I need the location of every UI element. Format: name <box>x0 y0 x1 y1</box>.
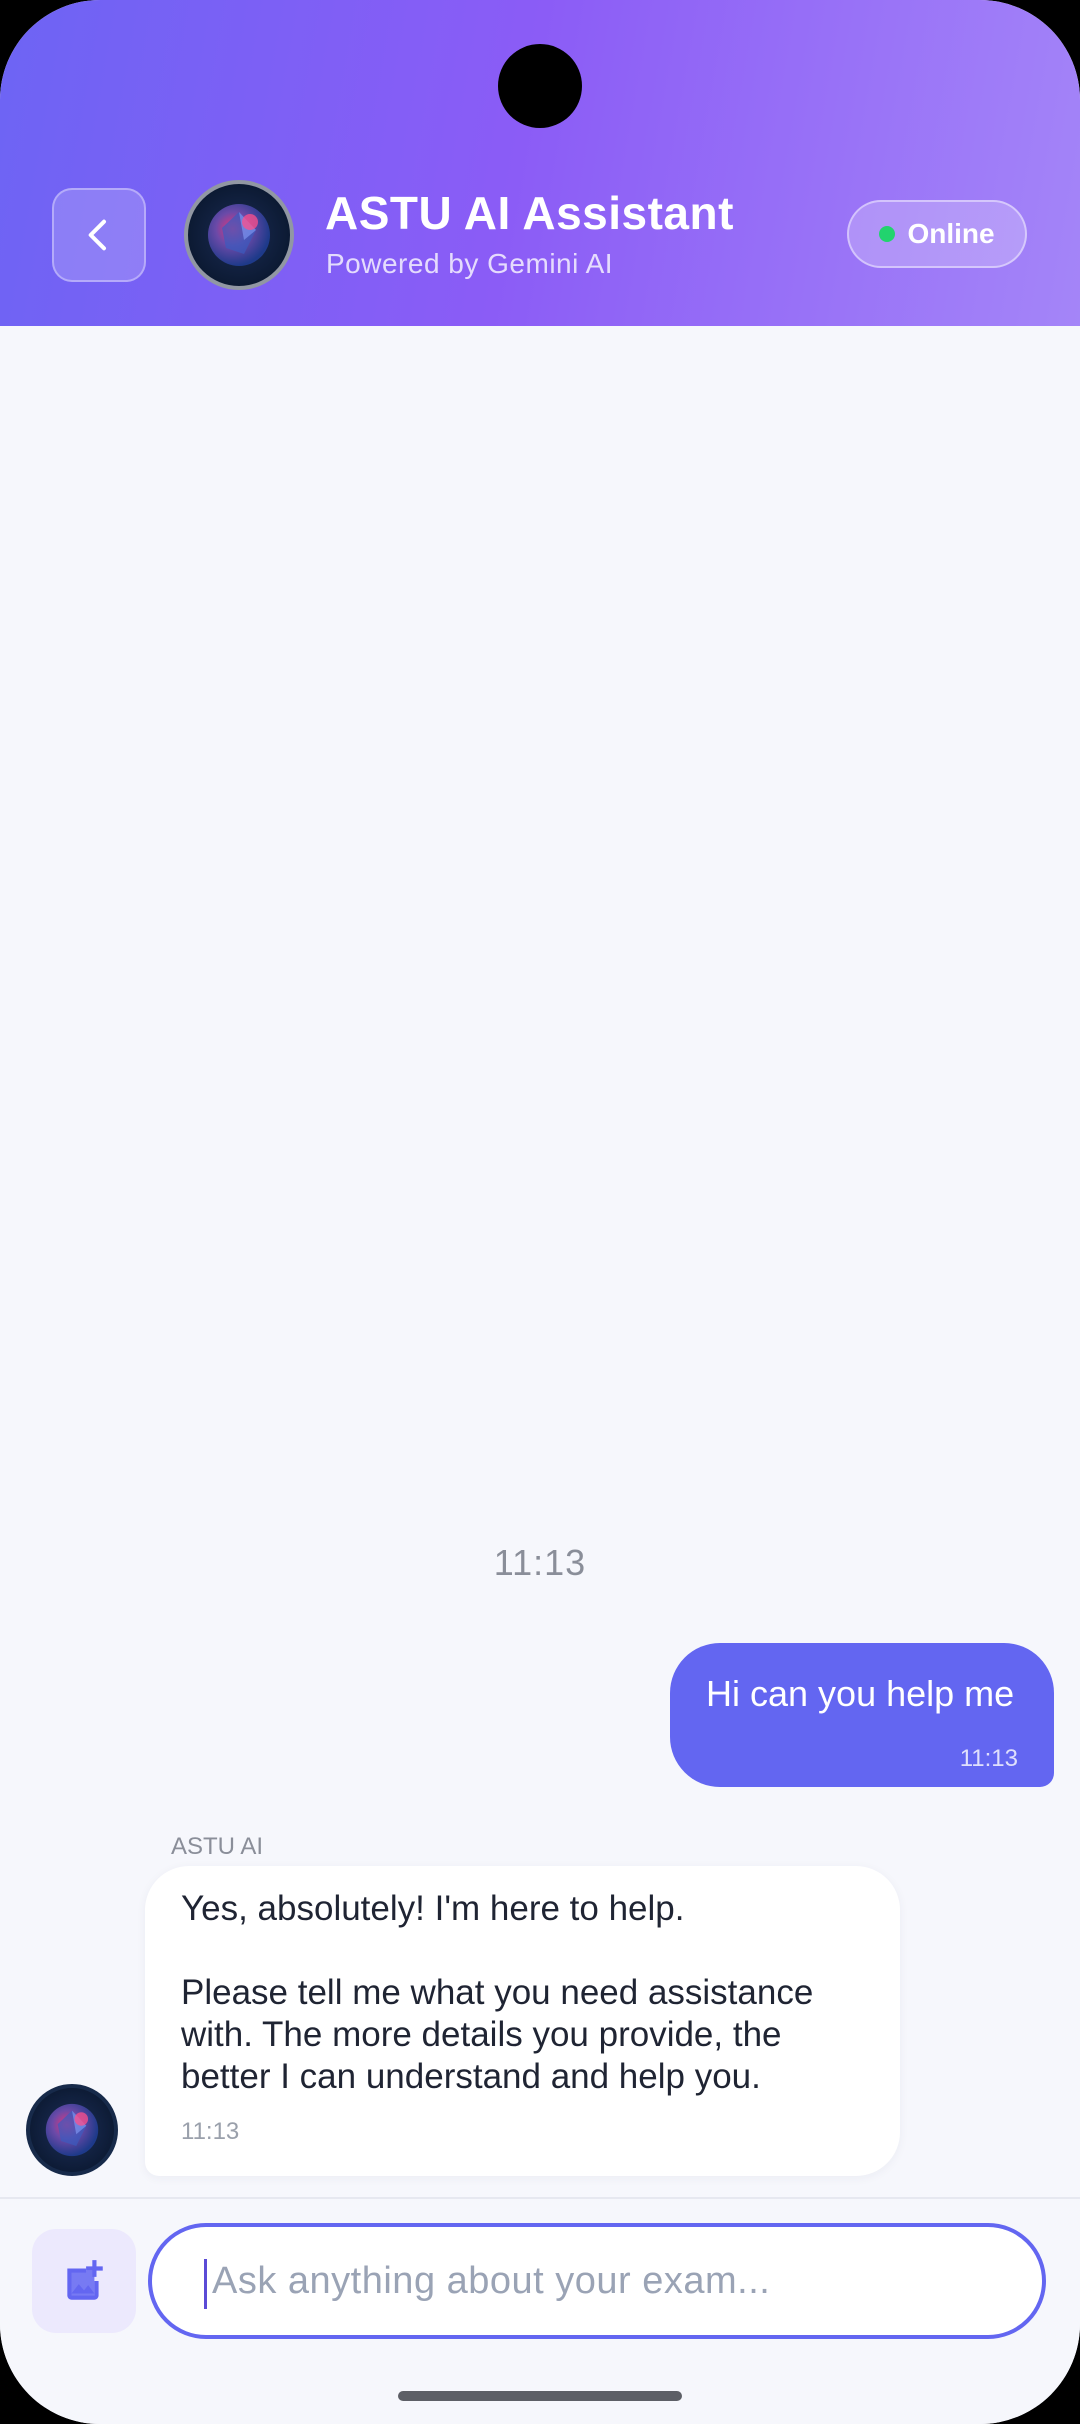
assistant-logo-icon <box>208 204 270 266</box>
message-input[interactable] <box>148 2223 1046 2339</box>
bot-message-paragraph: Please tell me what you need assistance … <box>181 1973 814 2096</box>
chat-header: ASTU AI Assistant Powered by Gemini AI O… <box>0 0 1080 326</box>
bot-message: Yes, absolutely! I'm here to help. Pleas… <box>145 1866 900 2176</box>
add-image-button[interactable] <box>32 2229 136 2333</box>
chat-title: ASTU AI Assistant <box>325 187 734 239</box>
home-indicator[interactable] <box>398 2391 682 2401</box>
text-caret <box>204 2259 207 2309</box>
phone-screen: ASTU AI Assistant Powered by Gemini AI O… <box>0 0 1080 2424</box>
online-dot-icon <box>879 226 896 242</box>
chevron-left-icon <box>88 219 106 251</box>
bot-message-time: 11:13 <box>181 2118 240 2145</box>
camera-cutout <box>498 44 582 128</box>
composer-bar <box>0 2197 1080 2424</box>
bot-avatar <box>26 2084 118 2176</box>
user-message: Hi can you help me 11:13 <box>670 1643 1054 1787</box>
bot-message-paragraph: Yes, absolutely! I'm here to help. <box>181 1889 685 1928</box>
time-separator: 11:13 <box>493 1542 587 1583</box>
back-button[interactable] <box>52 188 146 282</box>
chat-subtitle: Powered by Gemini AI <box>326 248 614 279</box>
status-badge: Online <box>847 200 1027 268</box>
assistant-logo-icon <box>45 2103 99 2157</box>
user-message-text: Hi can you help me <box>706 1673 1015 1714</box>
assistant-avatar <box>184 180 294 290</box>
add-photo-icon <box>67 2260 103 2300</box>
bot-message-text: Yes, absolutely! I'm here to help. Pleas… <box>181 1888 871 2098</box>
user-message-time: 11:13 <box>959 1745 1018 1772</box>
bot-sender-name: ASTU AI <box>171 1833 264 1860</box>
status-label: Online <box>907 218 995 249</box>
